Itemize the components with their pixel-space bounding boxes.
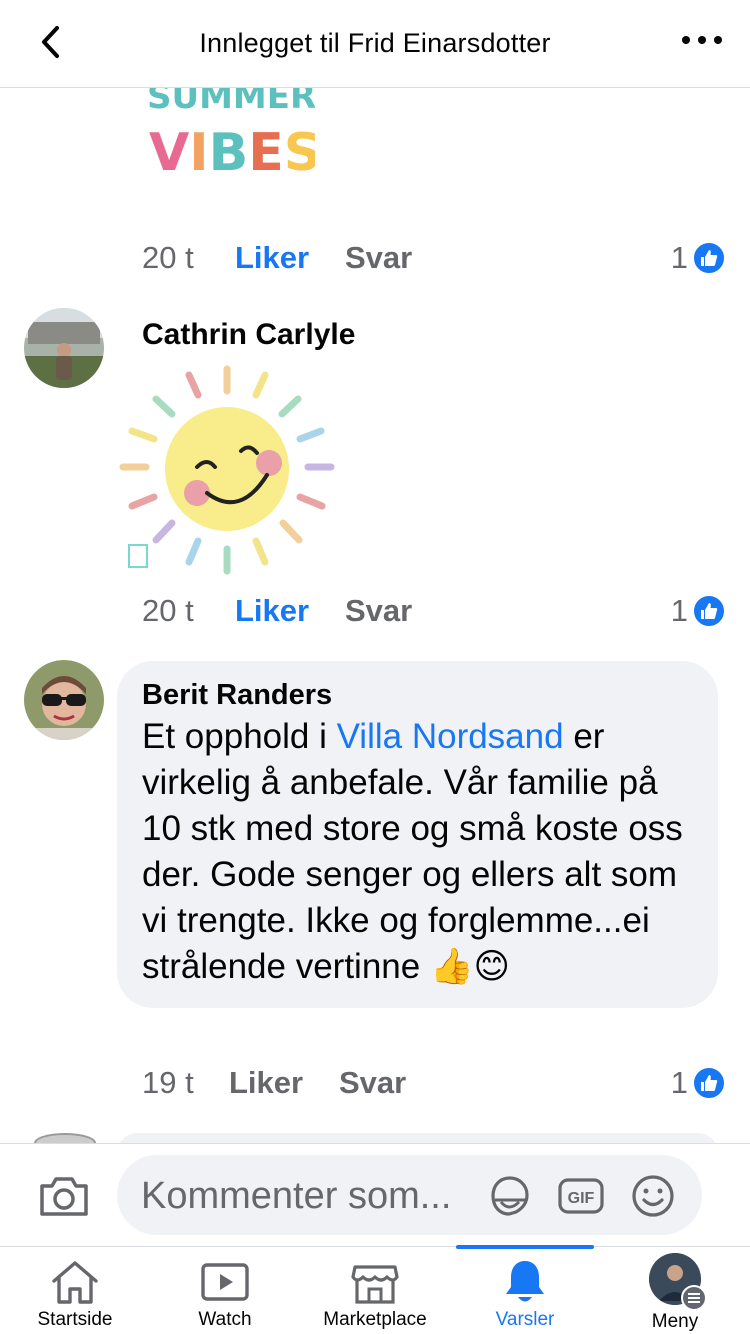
comment-bubble[interactable]: Berit Randers Et opphold i Villa Nordsan…: [117, 661, 718, 1008]
back-button[interactable]: [30, 22, 70, 62]
tab-marketplace[interactable]: Marketplace: [300, 1247, 450, 1334]
emoji-icon[interactable]: [629, 1172, 677, 1220]
dot: [682, 36, 690, 44]
reaction-count: 1: [670, 1065, 688, 1100]
comments-list[interactable]: SUMMER VIBES 20 t Liker Svar 1 Cathrin C…: [0, 88, 750, 1143]
more-options-button[interactable]: [682, 30, 722, 50]
page-title: Innlegget til Frid Einarsdotter: [199, 28, 551, 58]
tab-label: Varsler: [495, 1309, 555, 1330]
comment-text-part: Et opphold i: [142, 717, 337, 756]
reaction-count: 1: [670, 593, 688, 628]
avatar[interactable]: [24, 660, 104, 740]
marketplace-icon: [350, 1257, 400, 1307]
comment-text-part: er virkelig å anbefale. Vår familie på 1…: [142, 717, 683, 986]
home-icon: [50, 1257, 100, 1307]
menu-icon: [681, 1285, 707, 1311]
tab-label: Meny: [651, 1311, 699, 1332]
emoji: 👍😊: [429, 947, 511, 987]
comment-author[interactable]: Cathrin Carlyle: [142, 318, 355, 352]
profile-avatar: [649, 1253, 707, 1311]
comment-bubble[interactable]: [117, 1133, 718, 1143]
reply-button[interactable]: Svar: [339, 1065, 406, 1101]
comment-time: 19 t: [142, 1065, 194, 1100]
reply-button[interactable]: Svar: [345, 593, 412, 629]
tab-watch[interactable]: Watch: [150, 1247, 300, 1334]
bottom-tab-bar: Startside Watch Marketplace Varsler Meny: [0, 1245, 750, 1334]
reaction-summary[interactable]: 1: [671, 1063, 726, 1103]
watch-icon: [200, 1257, 250, 1307]
sticker-letter: V: [149, 123, 189, 173]
sticker-letter: I: [189, 123, 208, 173]
comment-composer: Kommenter som... GIF: [0, 1143, 750, 1246]
sticker-text-line1: SUMMER: [147, 88, 315, 117]
camera-icon: [40, 1177, 88, 1216]
reaction-summary[interactable]: 1: [671, 591, 726, 631]
dot: [698, 36, 706, 44]
comment-input[interactable]: Kommenter som... GIF: [117, 1155, 702, 1235]
avatar[interactable]: [34, 1133, 96, 1143]
avatar-image: [24, 308, 104, 388]
tab-label: Startside: [37, 1309, 113, 1330]
like-reaction-icon: [692, 241, 726, 275]
sticker-icon[interactable]: [485, 1172, 533, 1220]
tab-label: Watch: [198, 1309, 252, 1330]
comment-placeholder: Kommenter som...: [141, 1175, 452, 1217]
comment-time: 20 t: [142, 240, 194, 275]
like-button[interactable]: Liker: [235, 240, 345, 276]
camera-button[interactable]: [38, 1174, 90, 1218]
like-reaction-icon: [692, 1066, 726, 1100]
reaction-count: 1: [670, 240, 688, 275]
gif-icon[interactable]: GIF: [557, 1172, 605, 1220]
chevron-left-icon: [42, 26, 59, 58]
tab-label: Marketplace: [323, 1309, 427, 1330]
comment-time: 20 t: [142, 593, 194, 628]
dot: [714, 36, 722, 44]
like-button[interactable]: Liker: [229, 1065, 339, 1101]
comment-actions: 19 t Liker Svar: [142, 1063, 406, 1103]
page-link[interactable]: Villa Nordsand: [337, 717, 564, 756]
sun-sticker[interactable]: [115, 363, 340, 578]
tab-startside[interactable]: Startside: [0, 1247, 150, 1334]
sticker-badge-icon: [128, 544, 148, 568]
avatar[interactable]: [24, 308, 104, 388]
svg-text:GIF: GIF: [568, 1190, 595, 1207]
bell-icon: [500, 1257, 550, 1307]
like-reaction-icon: [692, 594, 726, 628]
top-bar: Innlegget til Frid Einarsdotter: [0, 0, 750, 88]
sticker-letter: B: [209, 123, 249, 173]
avatar-image: [24, 660, 104, 740]
comment-actions: 20 t Liker Svar: [142, 591, 412, 631]
summer-vibes-sticker[interactable]: SUMMER VIBES: [145, 88, 315, 173]
sticker-text-line2: VIBES: [149, 123, 315, 173]
comment-author[interactable]: Berit Randers: [142, 679, 694, 712]
like-button[interactable]: Liker: [235, 593, 345, 629]
tab-meny[interactable]: Meny: [600, 1247, 750, 1334]
tab-varsler[interactable]: Varsler: [450, 1247, 600, 1334]
reaction-summary[interactable]: 1: [671, 238, 726, 278]
comment-text: Et opphold i Villa Nordsand er virkelig …: [142, 714, 694, 990]
sticker-letter: S: [284, 123, 315, 173]
comment-actions: 20 t Liker Svar: [142, 238, 412, 278]
reply-button[interactable]: Svar: [345, 240, 412, 276]
sticker-letter: E: [248, 123, 284, 173]
